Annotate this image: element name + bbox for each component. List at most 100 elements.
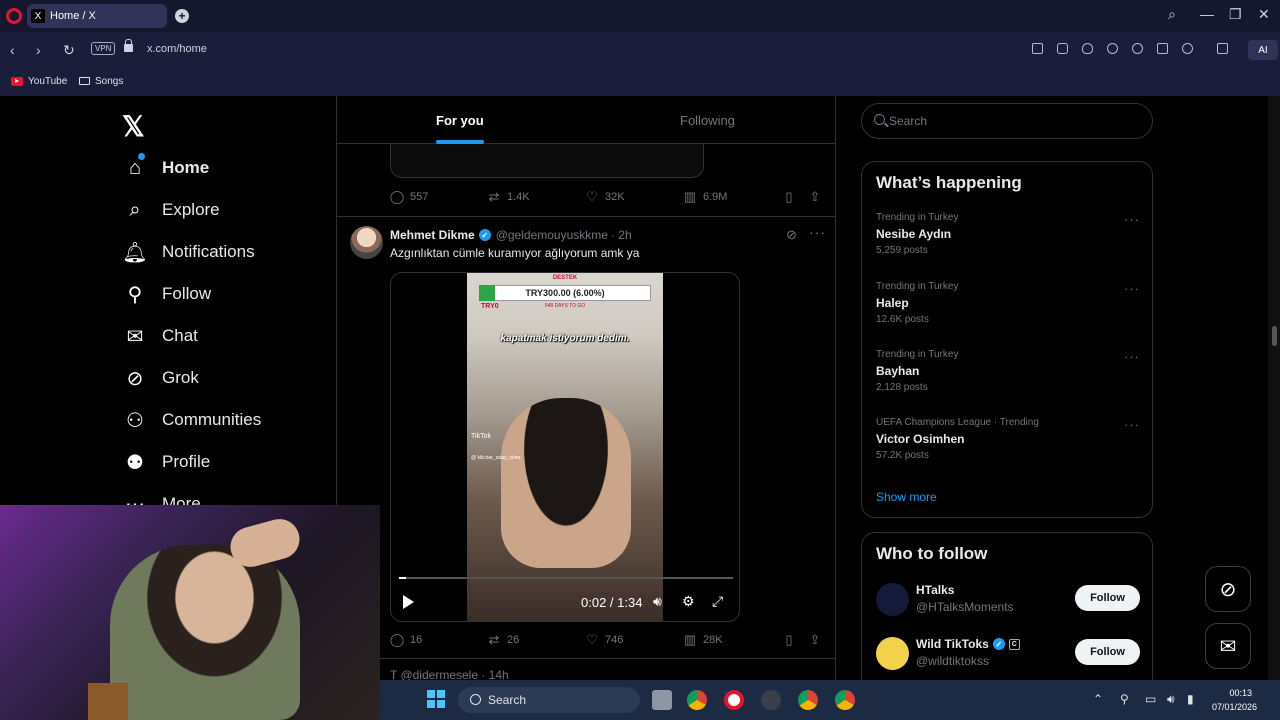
search-tabs-icon[interactable]: ⌕ xyxy=(1168,6,1176,23)
grok-explain-icon[interactable]: ⊘ xyxy=(786,227,797,243)
tab-for-you[interactable]: For you xyxy=(436,113,484,128)
previous-tweet-media[interactable] xyxy=(390,144,704,178)
follow-suggestion[interactable]: HTalks @HTalksMoments Follow xyxy=(876,579,1140,623)
speaker-icon[interactable]: 🔊︎ xyxy=(1167,692,1175,707)
repost-button[interactable]: ⇄ 1.4K xyxy=(487,189,530,204)
chrome-profile-icon[interactable] xyxy=(798,690,818,710)
bookmark-button[interactable]: ▯ xyxy=(782,632,802,647)
search-box[interactable] xyxy=(861,103,1153,139)
forward-icon[interactable]: › xyxy=(36,42,41,58)
chrome-icon[interactable] xyxy=(687,690,707,710)
search-icon: ⌕ xyxy=(129,198,141,221)
like-button[interactable]: ♡ 746 xyxy=(585,632,623,647)
microphone-icon[interactable]: ⚲ xyxy=(1120,692,1129,706)
sidebar-item-explore[interactable]: ⌕ Explore xyxy=(122,192,219,228)
camera-icon[interactable] xyxy=(1057,43,1068,54)
obs-icon[interactable] xyxy=(761,690,781,710)
more-options-icon[interactable]: ··· xyxy=(809,224,826,240)
play-icon[interactable] xyxy=(1107,43,1118,54)
tweet-author[interactable]: Mehmet Dikme ✓ @geldemouyuskkme · 2h xyxy=(390,228,632,242)
previous-tweet-actions: ◯ 557 ⇄ 1.4K ♡ 32K ▥ 6.9M ▯ ⇪ xyxy=(389,189,828,210)
sidebar-item-notifications[interactable]: 🔔︎ Notifications xyxy=(122,234,254,270)
video-player[interactable]: DESTEK TRY300.00 (6.00%) TRY0 548 DAYS T… xyxy=(390,272,740,622)
minimize-icon[interactable]: — xyxy=(1200,6,1214,22)
ai-button[interactable]: AI xyxy=(1248,40,1278,60)
shield-icon[interactable] xyxy=(1082,43,1093,54)
new-tab-button[interactable]: + xyxy=(175,9,189,23)
share-button[interactable]: ⇪ xyxy=(808,632,828,647)
taskbar-clock[interactable]: 00:13 07/01/2026 xyxy=(1212,686,1257,714)
url-field[interactable]: x.com/home xyxy=(147,43,207,55)
avatar[interactable] xyxy=(350,226,383,259)
chrome-profile-2-icon[interactable] xyxy=(835,690,855,710)
tray-chevron-icon[interactable]: ⌃ xyxy=(1093,692,1103,706)
tab-following[interactable]: Following xyxy=(680,113,735,128)
next-tweet-header[interactable]: T @didermesele · 14h xyxy=(390,668,509,680)
views-button[interactable]: ▥ 28K xyxy=(683,632,723,647)
heart-icon[interactable] xyxy=(1132,43,1143,54)
trend-item[interactable]: Trending in Turkey Halep 12.6K posts ··· xyxy=(876,281,1140,341)
restore-icon[interactable]: ❐ xyxy=(1229,6,1242,23)
fullscreen-icon[interactable]: ⤢ xyxy=(712,593,723,610)
settings-gear-icon[interactable]: ⚙ xyxy=(682,593,695,610)
follow-suggestion[interactable]: Wild TikToks ✓ C @wildtiktokss Follow xyxy=(876,633,1140,677)
share-button[interactable]: ⇪ xyxy=(808,189,828,204)
search-input[interactable] xyxy=(889,112,1139,130)
bookmark-youtube[interactable]: YouTube xyxy=(11,72,67,90)
bookmark-button[interactable]: ▯ xyxy=(782,189,802,204)
sidebar-item-profile[interactable]: ⚉ Profile xyxy=(122,444,210,480)
opera-logo-icon[interactable] xyxy=(6,8,22,24)
sidebar-item-home[interactable]: ⌂ Home xyxy=(122,150,209,186)
taskbar-search[interactable]: Search xyxy=(458,687,640,713)
like-button[interactable]: ♡ 32K xyxy=(585,189,624,204)
battery-icon[interactable]: ▮ xyxy=(1187,692,1194,706)
menu-icon[interactable] xyxy=(1157,43,1168,54)
volume-icon[interactable]: 🔊︎ xyxy=(653,593,662,610)
vpn-badge[interactable]: VPN xyxy=(91,42,116,55)
streamer-figure xyxy=(110,545,300,720)
bookmark-songs[interactable]: Songs xyxy=(79,72,123,90)
avatar[interactable] xyxy=(876,637,909,670)
lock-icon[interactable] xyxy=(124,39,133,52)
reply-button[interactable]: ◯ 557 xyxy=(389,189,429,204)
more-options-icon[interactable]: ··· xyxy=(1124,212,1140,227)
sidebar-item-chat[interactable]: ✉ Chat xyxy=(122,318,198,354)
more-options-icon[interactable]: ··· xyxy=(1124,281,1140,296)
views-button[interactable]: ▥ 6.9M xyxy=(683,189,728,204)
sidebar-item-grok[interactable]: ⊘ Grok xyxy=(122,360,199,396)
follow-button[interactable]: Follow xyxy=(1075,639,1140,665)
more-options-icon[interactable]: ··· xyxy=(1124,417,1140,432)
back-icon[interactable]: ‹ xyxy=(10,42,15,58)
active-tab-indicator xyxy=(436,140,484,144)
extensions-icon[interactable] xyxy=(1217,43,1228,54)
account-icon[interactable] xyxy=(1182,43,1193,54)
more-options-icon[interactable]: ··· xyxy=(1124,349,1140,364)
sidebar-item-communities[interactable]: ⚇ Communities xyxy=(122,402,261,438)
messages-float-button[interactable]: ✉ xyxy=(1205,623,1251,669)
grok-float-button[interactable]: ⊘ xyxy=(1205,566,1251,612)
trend-item[interactable]: Trending in Turkey Bayhan 2,128 posts ··… xyxy=(876,349,1140,409)
sidebar-item-follow[interactable]: ⚲ Follow xyxy=(122,276,211,312)
avatar[interactable] xyxy=(876,583,909,616)
network-icon[interactable]: ▭ xyxy=(1145,692,1156,706)
reload-icon[interactable]: ↻ xyxy=(63,42,75,59)
repost-button[interactable]: ⇄ 26 xyxy=(487,632,520,647)
close-window-icon[interactable]: ✕ xyxy=(1258,6,1270,23)
opera-icon[interactable] xyxy=(724,690,744,710)
play-icon[interactable] xyxy=(403,595,414,609)
page-scrollbar[interactable] xyxy=(1268,96,1280,680)
x-logo-icon[interactable]: 𝕏 xyxy=(122,110,145,143)
windows-start-icon[interactable] xyxy=(427,690,445,708)
video-progress-bar[interactable] xyxy=(399,577,733,579)
trend-item[interactable]: Trending in Turkey Nesibe Aydın 5,259 po… xyxy=(876,212,1140,272)
task-view-icon[interactable] xyxy=(652,690,672,710)
reply-button[interactable]: ◯ 16 xyxy=(390,632,423,647)
trend-item[interactable]: UEFA Champions League · Trending Victor … xyxy=(876,417,1140,477)
edit-icon[interactable] xyxy=(1032,43,1043,54)
browser-tab[interactable]: X Home / X xyxy=(27,4,167,28)
reply-icon: ◯ xyxy=(389,189,405,204)
show-more-link[interactable]: Show more xyxy=(876,490,937,504)
scrollbar-thumb[interactable] xyxy=(1272,326,1277,346)
tweet-text: Azgınlıktan cümle kuramıyor ağlıyorum am… xyxy=(390,246,640,260)
follow-button[interactable]: Follow xyxy=(1075,585,1140,611)
